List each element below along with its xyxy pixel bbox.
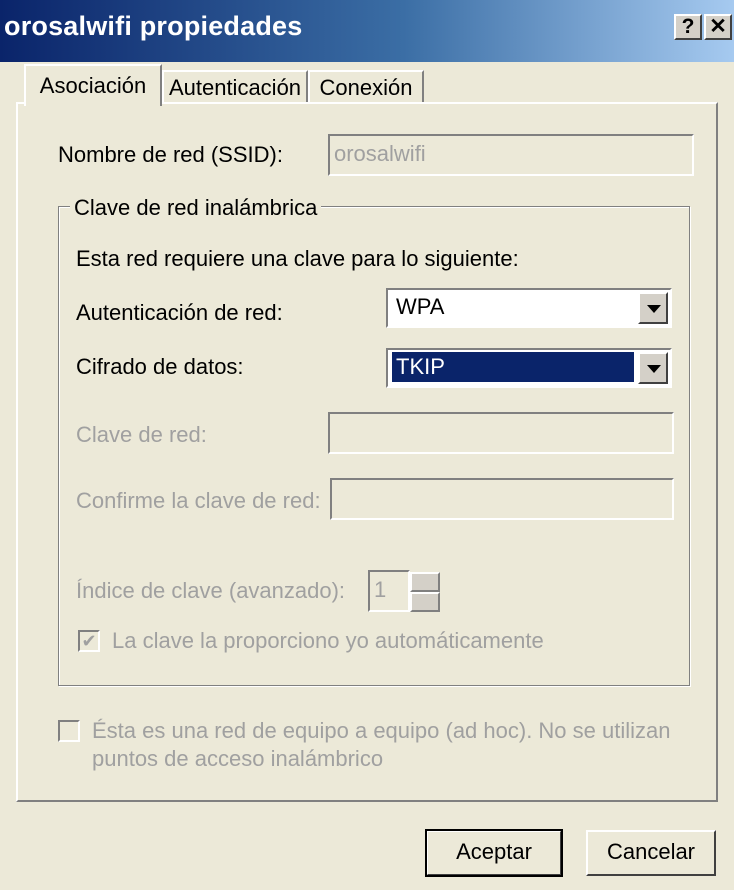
spin-down-button[interactable] [410,592,440,612]
key-intro-text: Esta red requiere una clave para lo sigu… [76,246,519,271]
title-bar[interactable]: orosalwifi propiedades ? ✕ [0,0,734,62]
help-button[interactable]: ? [674,14,702,40]
auth-dropdown[interactable]: WPA [386,288,672,328]
key-index-label: Índice de clave (avanzado): [76,578,346,603]
auth-value: WPA [396,294,445,319]
tab-autenticacion[interactable]: Autenticación [162,70,308,104]
properties-dialog: orosalwifi propiedades ? ✕ Asociación Au… [0,0,734,890]
spin-up-button[interactable] [410,572,440,592]
key-index-spinner[interactable] [410,572,440,612]
encryption-value: TKIP [392,352,634,382]
auto-key-checkbox[interactable]: ✔ [78,630,100,652]
tab-conexion[interactable]: Conexión [308,70,424,104]
auth-label: Autenticación de red: [76,300,283,325]
key-index-field[interactable]: 1 [368,570,410,612]
ok-button[interactable]: Aceptar [425,829,563,877]
auto-key-label: La clave la proporciono yo automáticamen… [112,628,544,653]
network-key-field[interactable] [328,412,674,454]
close-button[interactable]: ✕ [704,14,732,40]
ssid-label: Nombre de red (SSID): [58,142,283,167]
auth-dropdown-button[interactable] [638,292,668,324]
ssid-field[interactable]: orosalwifi [328,134,694,176]
confirm-key-label: Confirme la clave de red: [76,488,321,513]
network-key-label: Clave de red: [76,422,207,447]
chevron-down-icon [647,365,661,373]
group-legend: Clave de red inalámbrica [70,195,322,221]
adhoc-label-line2: puntos de acceso inalámbrico [92,746,384,771]
encryption-label: Cifrado de datos: [76,354,244,379]
encryption-dropdown[interactable]: TKIP [386,348,672,388]
adhoc-label-line1: Ésta es una red de equipo a equipo (ad h… [92,718,671,743]
confirm-key-field[interactable] [330,478,674,520]
cancel-button[interactable]: Cancelar [586,830,716,876]
tab-asociacion[interactable]: Asociación [24,64,162,106]
encryption-dropdown-button[interactable] [638,352,668,384]
window-title: orosalwifi propiedades [4,11,303,41]
chevron-down-icon [647,305,661,313]
adhoc-checkbox[interactable] [58,720,80,742]
